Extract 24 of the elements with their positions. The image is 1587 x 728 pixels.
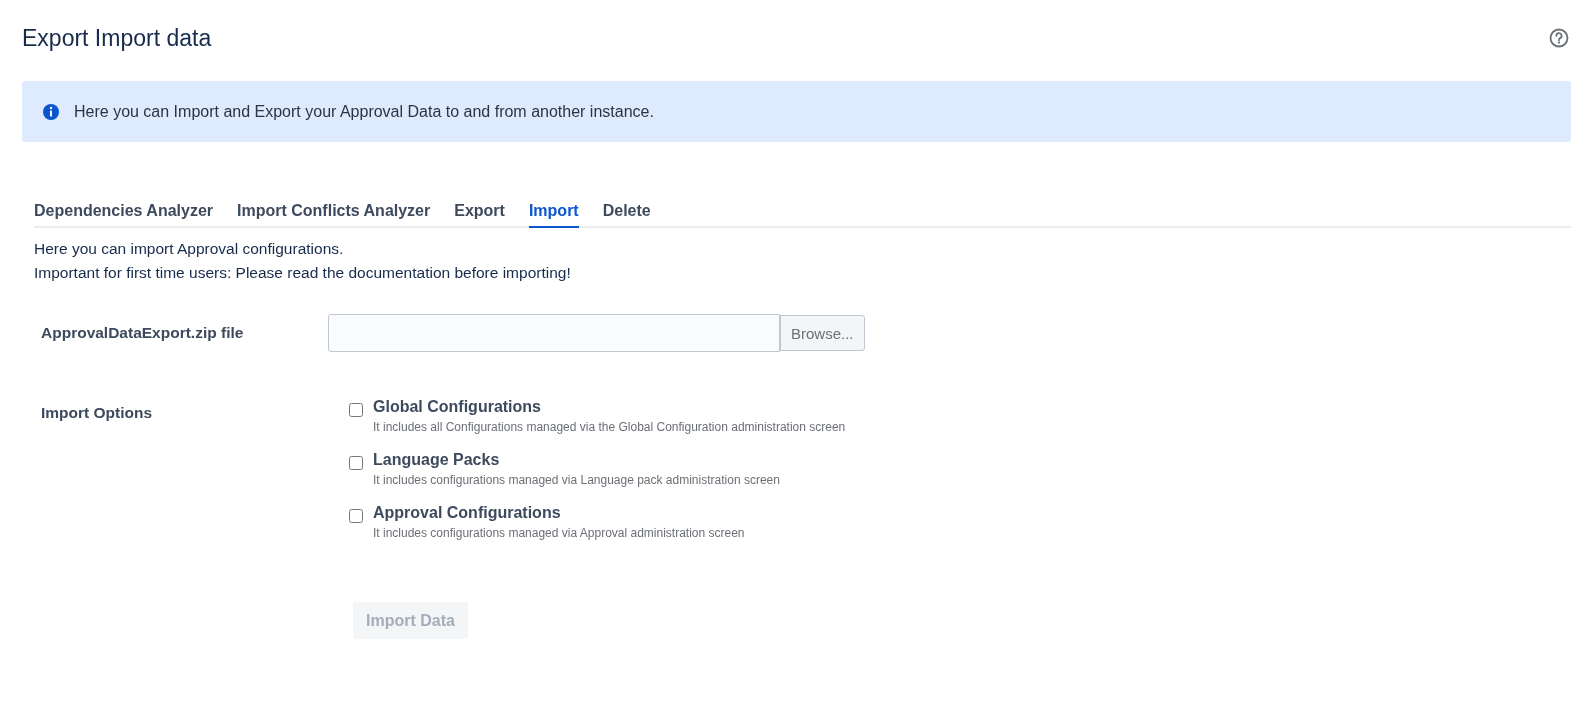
option-label: Language Packs — [373, 451, 501, 469]
option-hint: It includes all Configurations managed via the Global Configuration administration screen — [373, 420, 846, 434]
tab[interactable]: Dependencies Analyzer — [34, 198, 214, 228]
field-label: ApprovalDataExport.zip file — [41, 324, 245, 342]
checkbox[interactable] — [349, 456, 363, 470]
tab[interactable]: Delete — [602, 198, 651, 228]
field-label: Import Options — [41, 404, 154, 423]
description-text: Important for first time users: Please read the documentation before importing! — [34, 264, 572, 282]
tab[interactable]: Export — [454, 198, 505, 228]
option-hint: It includes configurations managed via Approval administration screen — [373, 526, 745, 540]
checkbox[interactable] — [349, 403, 363, 417]
description-text: Here you can import Approval configurations. — [34, 240, 345, 258]
file-input-field[interactable] — [328, 314, 780, 352]
help-icon[interactable] — [1549, 28, 1569, 48]
page-title: Export Import data — [22, 24, 212, 52]
info-text: Here you can Import and Export your Approval Data to and from another instance. — [74, 102, 654, 121]
option-hint: It includes configurations managed via Language pack administration screen — [373, 473, 780, 487]
option-label: Approval Configurations — [373, 504, 562, 522]
browse-button[interactable]: Browse... — [780, 315, 865, 351]
checkbox[interactable] — [349, 509, 363, 523]
info-icon — [42, 102, 60, 121]
tab[interactable]: Import — [528, 198, 579, 228]
option-label: Global Configurations — [373, 398, 542, 416]
tab[interactable]: Import Conflicts Analyzer — [237, 198, 431, 228]
